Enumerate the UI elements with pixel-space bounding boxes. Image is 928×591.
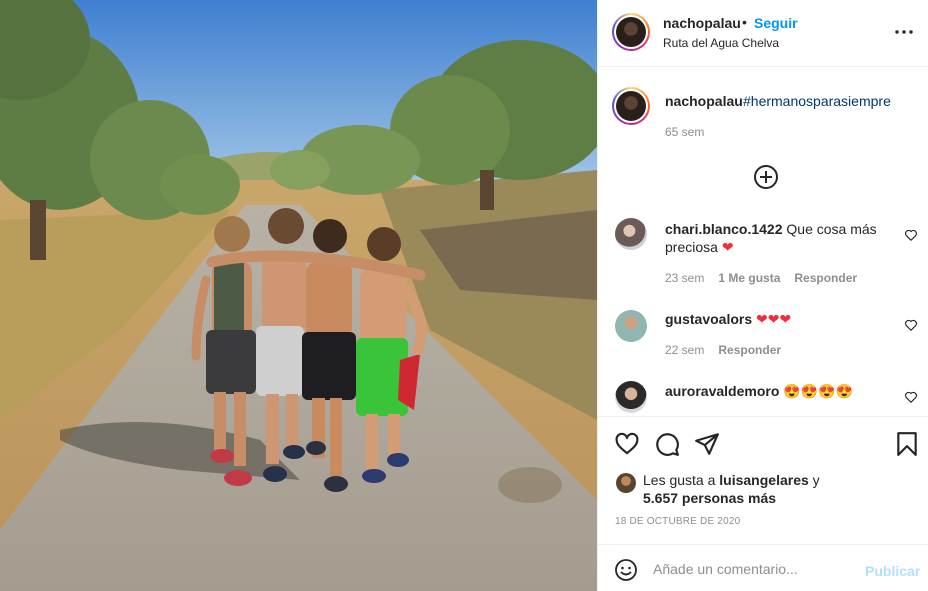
reply-button[interactable]: Responder	[718, 343, 781, 357]
load-more-comments-icon[interactable]	[753, 164, 779, 190]
caption-avatar[interactable]	[612, 87, 650, 125]
more-options-icon[interactable]	[894, 24, 914, 40]
likes-count[interactable]: 5.657 personas más	[643, 490, 776, 506]
liker-username[interactable]: luisangelares	[719, 472, 809, 488]
comment-text: auroravaldemoro 😍😍😍😍	[665, 382, 895, 400]
likes-prefix: Les gusta a	[643, 472, 716, 488]
comment-item: auroravaldemoro 😍😍😍😍	[598, 380, 928, 416]
comment-meta: 22 sem Responder	[665, 343, 781, 357]
likes-summary: Les gusta a luisangelares y	[643, 472, 820, 488]
heart-emoji: ❤❤❤	[756, 311, 792, 327]
heart-emoji: ❤	[721, 239, 734, 255]
emoji-smiley-icon[interactable]	[614, 558, 638, 582]
author-avatar[interactable]	[612, 13, 650, 51]
post-date[interactable]: 18 DE OCTUBRE DE 2020	[615, 516, 740, 527]
comments-list[interactable]: nachopalau #hermanosparasiempre 65 sem c…	[598, 68, 928, 416]
comment-item: chari.blanco.1422 Que cosa más preciosa …	[598, 218, 928, 298]
caption-username[interactable]: nachopalau	[665, 93, 743, 109]
commenter-avatar[interactable]	[615, 218, 647, 250]
post-photo[interactable]	[0, 0, 597, 591]
caption-hashtag[interactable]: #hermanosparasiempre	[743, 93, 891, 109]
comment-input[interactable]	[653, 555, 853, 583]
likes-suffix: y	[812, 472, 820, 488]
comment-text: gustavoalors ❤❤❤	[665, 310, 895, 328]
heart-eyes-emoji: 😍😍😍😍	[783, 383, 853, 399]
commenter-username[interactable]: gustavoalors	[665, 311, 752, 327]
commenter-avatar[interactable]	[615, 381, 647, 413]
post-location[interactable]: Ruta del Agua Chelva	[663, 36, 779, 50]
comment-time[interactable]: 22 sem	[665, 343, 704, 357]
liker-avatar[interactable]	[616, 473, 636, 493]
caption-time[interactable]: 65 sem	[665, 125, 704, 139]
follow-button[interactable]: Seguir	[754, 15, 798, 31]
commenter-username[interactable]: auroravaldemoro	[665, 383, 779, 399]
comment-meta: 23 sem 1 Me gusta Responder	[665, 271, 857, 285]
commenter-avatar[interactable]	[615, 310, 647, 342]
save-bookmark-icon[interactable]	[894, 431, 920, 457]
separator-dot: •	[742, 14, 747, 30]
commenter-username[interactable]: chari.blanco.1422	[665, 221, 783, 237]
comment-likes[interactable]: 1 Me gusta	[718, 271, 780, 285]
post-header: nachopalau • Seguir Ruta del Agua Chelva	[598, 0, 928, 67]
comment-bubble-icon[interactable]	[654, 431, 680, 457]
post-side-panel: nachopalau • Seguir Ruta del Agua Chelva…	[597, 0, 928, 591]
photo-boys-walking	[0, 0, 597, 591]
like-comment-heart-icon[interactable]	[904, 318, 918, 332]
like-heart-icon[interactable]	[614, 431, 640, 457]
post-actions: Les gusta a luisangelares y 5.657 person…	[598, 416, 928, 544]
comment-item: gustavoalors ❤❤❤ 22 sem Responder	[598, 308, 928, 368]
like-comment-heart-icon[interactable]	[904, 390, 918, 404]
comment-time[interactable]: 23 sem	[665, 271, 704, 285]
comment-text: chari.blanco.1422 Que cosa más preciosa …	[665, 220, 895, 256]
like-comment-heart-icon[interactable]	[904, 228, 918, 242]
add-comment-bar: Publicar	[598, 544, 928, 591]
reply-button[interactable]: Responder	[794, 271, 857, 285]
publish-button[interactable]: Publicar	[865, 563, 920, 579]
author-username[interactable]: nachopalau	[663, 15, 741, 31]
share-paper-plane-icon[interactable]	[694, 431, 720, 457]
